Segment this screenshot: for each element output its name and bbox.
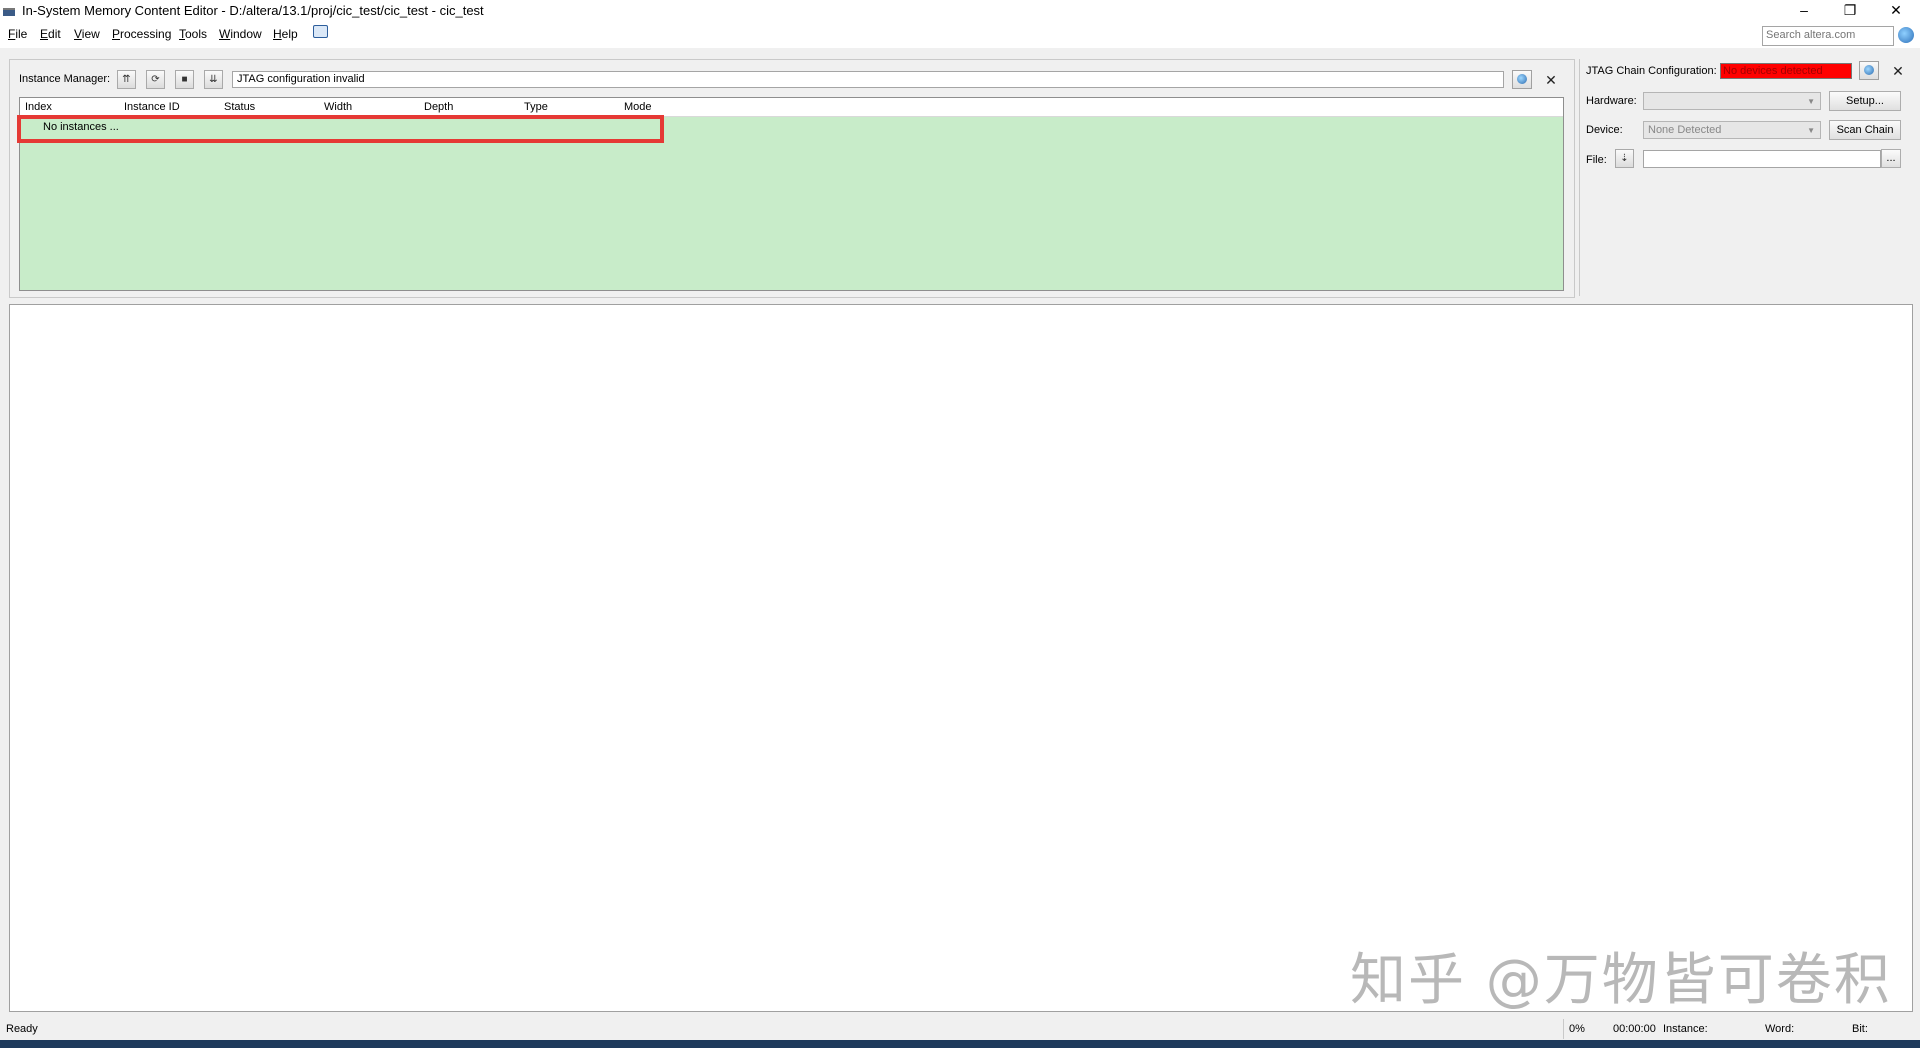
write-to-device-icon[interactable]: ⇊ bbox=[204, 70, 223, 89]
jtag-close-button[interactable]: ✕ bbox=[1891, 64, 1905, 78]
column-mode[interactable]: Mode bbox=[624, 101, 652, 113]
menu-processing[interactable]: Processing bbox=[112, 27, 171, 41]
search-input[interactable] bbox=[1763, 27, 1893, 43]
jtag-help-icon[interactable] bbox=[1859, 61, 1879, 80]
column-depth[interactable]: Depth bbox=[424, 101, 453, 113]
menu-view[interactable]: View bbox=[74, 27, 100, 41]
status-bit: Bit: bbox=[1852, 1023, 1868, 1035]
menu-file[interactable]: File bbox=[8, 27, 27, 41]
column-type[interactable]: Type bbox=[524, 101, 548, 113]
app-icon bbox=[3, 8, 15, 16]
instance-manager-label: Instance Manager: bbox=[19, 73, 111, 85]
setup-button[interactable]: Setup... bbox=[1829, 91, 1901, 111]
taskbar bbox=[0, 1040, 1920, 1048]
status-separator bbox=[1563, 1019, 1564, 1039]
download-icon[interactable]: ⇣ bbox=[1615, 149, 1634, 168]
jtag-chain-label: JTAG Chain Configuration: bbox=[1586, 65, 1717, 77]
highlight-box bbox=[17, 115, 664, 143]
file-label: File: bbox=[1586, 154, 1607, 166]
close-window-button[interactable]: ✕ bbox=[1873, 0, 1919, 22]
window-title: In-System Memory Content Editor - D:/alt… bbox=[22, 3, 484, 18]
hardware-select[interactable]: ▼ bbox=[1643, 92, 1821, 110]
column-width[interactable]: Width bbox=[324, 101, 352, 113]
memory-editor-area[interactable] bbox=[9, 304, 1913, 1012]
menu-window[interactable]: Window bbox=[219, 27, 262, 41]
device-select[interactable]: None Detected ▼ bbox=[1643, 121, 1821, 139]
jtag-status-field: JTAG configuration invalid bbox=[232, 71, 1504, 88]
restore-button[interactable]: ❐ bbox=[1827, 0, 1873, 22]
status-progress: 0% bbox=[1569, 1023, 1585, 1035]
chevron-down-icon: ▼ bbox=[1807, 126, 1815, 135]
feedback-icon[interactable] bbox=[313, 25, 328, 38]
search-box bbox=[1762, 26, 1894, 46]
instance-manager-close-button[interactable]: ✕ bbox=[1544, 73, 1558, 87]
status-word: Word: bbox=[1765, 1023, 1795, 1035]
column-index[interactable]: Index bbox=[25, 101, 52, 113]
jtag-status-badge: No devices detected bbox=[1720, 63, 1852, 79]
stop-icon[interactable]: ■ bbox=[175, 70, 194, 89]
menu-tools[interactable]: Tools bbox=[179, 27, 207, 41]
device-label: Device: bbox=[1586, 124, 1623, 136]
globe-icon[interactable] bbox=[1898, 27, 1914, 43]
column-instance-id[interactable]: Instance ID bbox=[124, 101, 180, 113]
column-status[interactable]: Status bbox=[224, 101, 255, 113]
read-from-device-icon[interactable]: ⇈ bbox=[117, 70, 136, 89]
chevron-down-icon: ▼ bbox=[1807, 97, 1815, 106]
instance-help-icon[interactable] bbox=[1512, 70, 1532, 89]
scan-chain-button[interactable]: Scan Chain bbox=[1829, 120, 1901, 140]
watermark: 知乎 @万物皆可卷积 bbox=[1350, 948, 1892, 1013]
status-ready: Ready bbox=[6, 1023, 38, 1035]
minimize-button[interactable]: – bbox=[1781, 0, 1827, 22]
continuous-read-icon[interactable]: ⟳ bbox=[146, 70, 165, 89]
menu-edit[interactable]: Edit bbox=[40, 27, 61, 41]
browse-button[interactable]: ... bbox=[1881, 149, 1901, 168]
file-path-input[interactable] bbox=[1643, 150, 1881, 168]
status-time: 00:00:00 bbox=[1613, 1023, 1656, 1035]
hardware-label: Hardware: bbox=[1586, 95, 1637, 107]
menu-help[interactable]: Help bbox=[273, 27, 298, 41]
status-instance: Instance: bbox=[1663, 1023, 1708, 1035]
device-value: None Detected bbox=[1648, 124, 1722, 136]
